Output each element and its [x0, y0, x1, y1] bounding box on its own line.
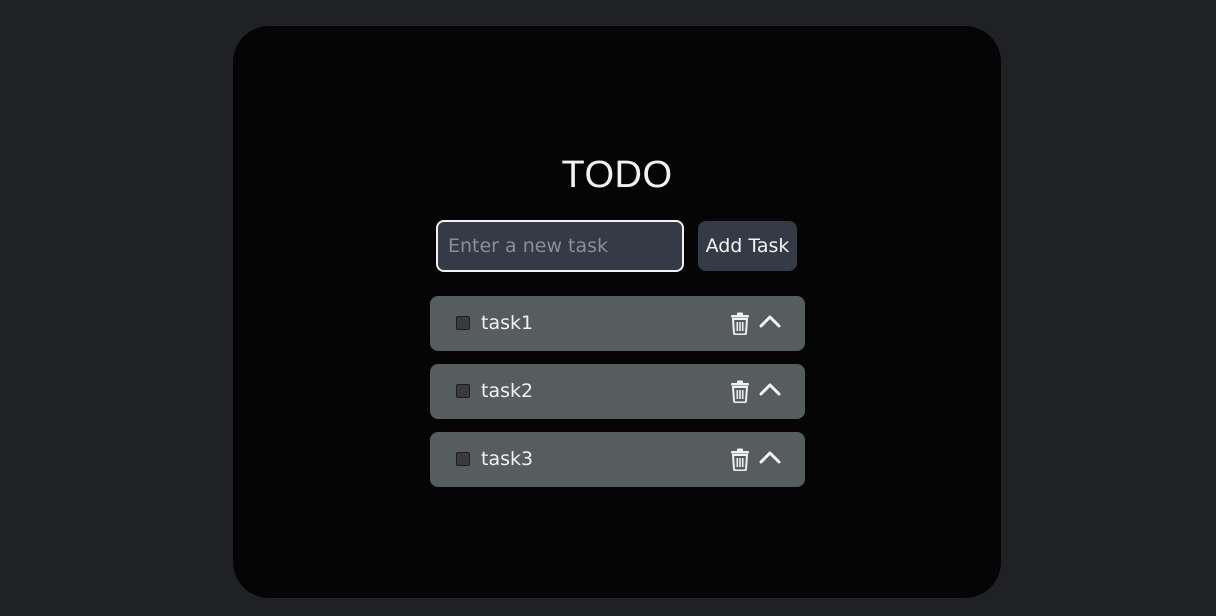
chevron-up-icon[interactable]: [759, 382, 781, 396]
task-checkbox[interactable]: [456, 452, 470, 466]
trash-icon[interactable]: [730, 448, 750, 471]
task-item: task2: [430, 364, 805, 419]
task-item: task1: [430, 296, 805, 351]
task-list: task1 task2 task3: [430, 296, 805, 500]
page-title: TODO: [561, 154, 673, 196]
chevron-up-icon[interactable]: [759, 450, 781, 464]
todo-card: TODO Add Task task1 task2: [233, 26, 1001, 598]
task-label: task3: [481, 448, 534, 470]
trash-icon[interactable]: [730, 312, 750, 335]
chevron-up-icon[interactable]: [759, 314, 781, 328]
trash-icon[interactable]: [730, 380, 750, 403]
task-checkbox[interactable]: [456, 316, 470, 330]
task-label: task2: [481, 380, 534, 402]
add-task-button[interactable]: Add Task: [698, 221, 797, 271]
task-label: task1: [481, 312, 534, 334]
task-checkbox[interactable]: [456, 384, 470, 398]
task-item: task3: [430, 432, 805, 487]
new-task-input[interactable]: [436, 220, 684, 272]
